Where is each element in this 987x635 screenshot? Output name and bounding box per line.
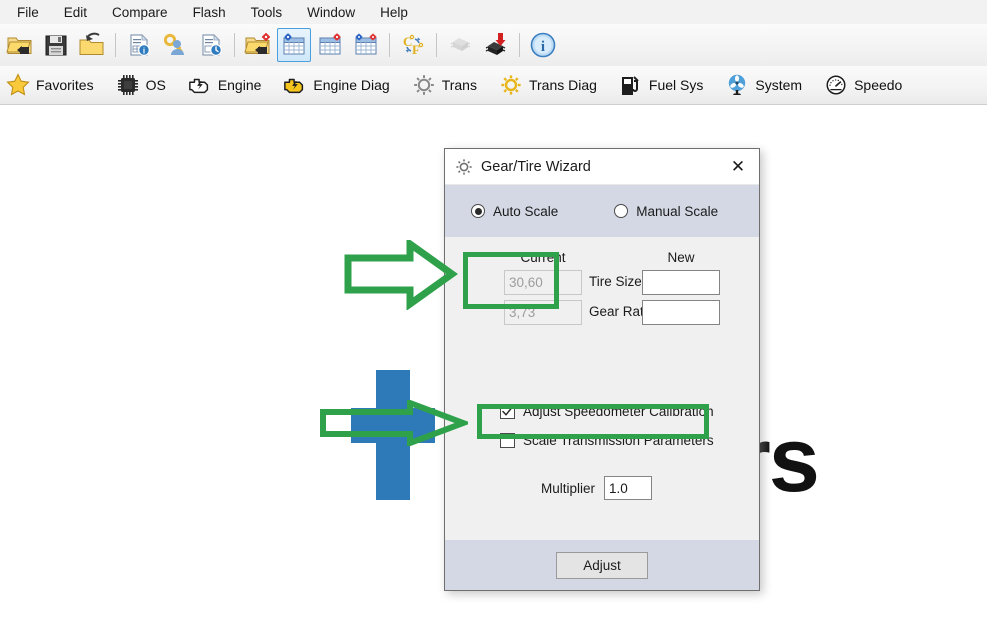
star-icon bbox=[6, 73, 30, 97]
checkbox-label: Adjust Speedometer Calibration bbox=[523, 404, 714, 419]
tab-engine[interactable]: Engine bbox=[177, 68, 273, 102]
gear-diag-icon bbox=[499, 73, 523, 97]
annotation-arrow-checkbox bbox=[320, 400, 468, 446]
multiplier-row: Multiplier 1.0 bbox=[541, 476, 653, 500]
fuel-pump-icon bbox=[619, 73, 643, 97]
dialog-title-bar[interactable]: Gear/Tire Wizard ✕ bbox=[445, 149, 759, 185]
tab-label: Engine Diag bbox=[313, 77, 390, 93]
tab-engine-diag[interactable]: Engine Diag bbox=[272, 68, 400, 102]
toolbar-separator bbox=[389, 33, 390, 57]
close-icon[interactable]: ✕ bbox=[717, 149, 759, 184]
toolbar-separator bbox=[115, 33, 116, 57]
radio-button-selected-icon bbox=[471, 204, 485, 218]
radio-manual-scale[interactable]: Manual Scale bbox=[614, 204, 718, 219]
current-tire-size-field: 30,60 bbox=[504, 270, 582, 295]
key-user-icon[interactable] bbox=[158, 28, 192, 62]
toolbar-separator bbox=[234, 33, 235, 57]
multiplier-label: Multiplier bbox=[541, 480, 596, 496]
toolbar-separator bbox=[436, 33, 437, 57]
toolbar: i C F i bbox=[0, 24, 987, 67]
checkbox-checked-icon bbox=[500, 404, 515, 419]
tab-favorites[interactable]: Favorites bbox=[0, 68, 105, 102]
tab-trans[interactable]: Trans bbox=[401, 68, 488, 102]
current-column-header: Current bbox=[520, 250, 566, 265]
tab-trans-diag[interactable]: Trans Diag bbox=[488, 68, 608, 102]
menu-bar: File Edit Compare Flash Tools Window Hel… bbox=[0, 0, 987, 25]
tab-label: Trans Diag bbox=[528, 77, 597, 93]
menu-item-window[interactable]: Window bbox=[296, 2, 366, 23]
svg-text:i: i bbox=[143, 47, 145, 56]
new-column-header: New bbox=[667, 250, 695, 265]
scale-mode-group: Auto Scale Manual Scale bbox=[445, 185, 759, 237]
tab-label: Engine bbox=[217, 77, 262, 93]
new-gear-ratio-input[interactable] bbox=[642, 300, 720, 325]
scale-transmission-parameters-checkbox[interactable]: Scale Transmission Parameters bbox=[500, 433, 714, 448]
dialog-footer: Adjust bbox=[445, 540, 759, 590]
chip-icon bbox=[116, 73, 140, 97]
tire-size-label: Tire Size bbox=[589, 274, 642, 289]
table-settings-icon[interactable] bbox=[277, 28, 311, 62]
tab-label: Fuel Sys bbox=[648, 77, 704, 93]
tab-label: Favorites bbox=[36, 77, 94, 93]
menu-item-help[interactable]: Help bbox=[369, 2, 419, 23]
radio-label: Manual Scale bbox=[636, 203, 719, 219]
svg-text:F: F bbox=[412, 42, 420, 57]
engine-diag-icon bbox=[283, 73, 307, 97]
menu-item-flash[interactable]: Flash bbox=[182, 2, 237, 23]
menu-item-tools[interactable]: Tools bbox=[240, 2, 294, 23]
open-definition-icon[interactable] bbox=[241, 28, 275, 62]
new-tire-size-input[interactable] bbox=[642, 270, 720, 295]
celsius-fahrenheit-icon[interactable]: C F bbox=[396, 28, 430, 62]
adjust-button[interactable]: Adjust bbox=[556, 551, 648, 579]
svg-text:i: i bbox=[541, 39, 545, 55]
chip-read-icon bbox=[443, 28, 477, 62]
tab-system[interactable]: System bbox=[714, 68, 813, 102]
gear-icon bbox=[412, 73, 436, 97]
dialog-title: Gear/Tire Wizard bbox=[481, 158, 591, 175]
dialog-body: Current New 30,60 Tire Size 3,73 Gear Ra… bbox=[445, 237, 759, 540]
chip-flash-icon[interactable] bbox=[479, 28, 513, 62]
tab-fuel-sys[interactable]: Fuel Sys bbox=[608, 68, 714, 102]
gear-icon bbox=[455, 158, 473, 176]
table-compare-icon[interactable] bbox=[313, 28, 347, 62]
toolbar-separator bbox=[519, 33, 520, 57]
save-icon[interactable] bbox=[39, 28, 73, 62]
radio-auto-scale[interactable]: Auto Scale bbox=[471, 204, 558, 219]
tab-speedo[interactable]: Speedo bbox=[813, 68, 913, 102]
menu-item-file[interactable]: File bbox=[6, 2, 50, 23]
info-icon[interactable]: i bbox=[526, 28, 560, 62]
tab-label: System bbox=[755, 77, 803, 93]
open-recent-icon[interactable] bbox=[75, 28, 109, 62]
adjust-speedometer-calibration-checkbox[interactable]: Adjust Speedometer Calibration bbox=[500, 404, 714, 419]
tab-label: Speedo bbox=[854, 77, 903, 93]
tab-label: Trans bbox=[441, 77, 477, 93]
file-info-icon[interactable]: i bbox=[122, 28, 156, 62]
current-gear-ratio-field: 3,73 bbox=[504, 300, 582, 325]
multiplier-input[interactable]: 1.0 bbox=[604, 476, 653, 500]
module-tab-strip: Favorites OS Engine Engine Diag Trans Tr… bbox=[0, 66, 987, 105]
open-file-icon[interactable] bbox=[3, 28, 37, 62]
gear-tire-wizard-dialog: Gear/Tire Wizard ✕ Auto Scale Manual Sca… bbox=[444, 148, 760, 591]
file-history-icon[interactable] bbox=[194, 28, 228, 62]
menu-item-compare[interactable]: Compare bbox=[101, 2, 179, 23]
radio-button-icon bbox=[614, 204, 629, 218]
engine-icon bbox=[188, 73, 212, 97]
radio-label: Auto Scale bbox=[493, 203, 559, 219]
annotation-arrow-current bbox=[344, 240, 459, 310]
menu-item-edit[interactable]: Edit bbox=[53, 2, 98, 23]
checkbox-label: Scale Transmission Parameters bbox=[523, 433, 714, 448]
table-multi-icon[interactable] bbox=[349, 28, 383, 62]
speedometer-icon bbox=[824, 73, 848, 97]
tab-label: OS bbox=[145, 77, 166, 93]
fan-icon bbox=[725, 73, 749, 97]
checkbox-icon bbox=[500, 433, 515, 448]
tab-os[interactable]: OS bbox=[105, 68, 177, 102]
